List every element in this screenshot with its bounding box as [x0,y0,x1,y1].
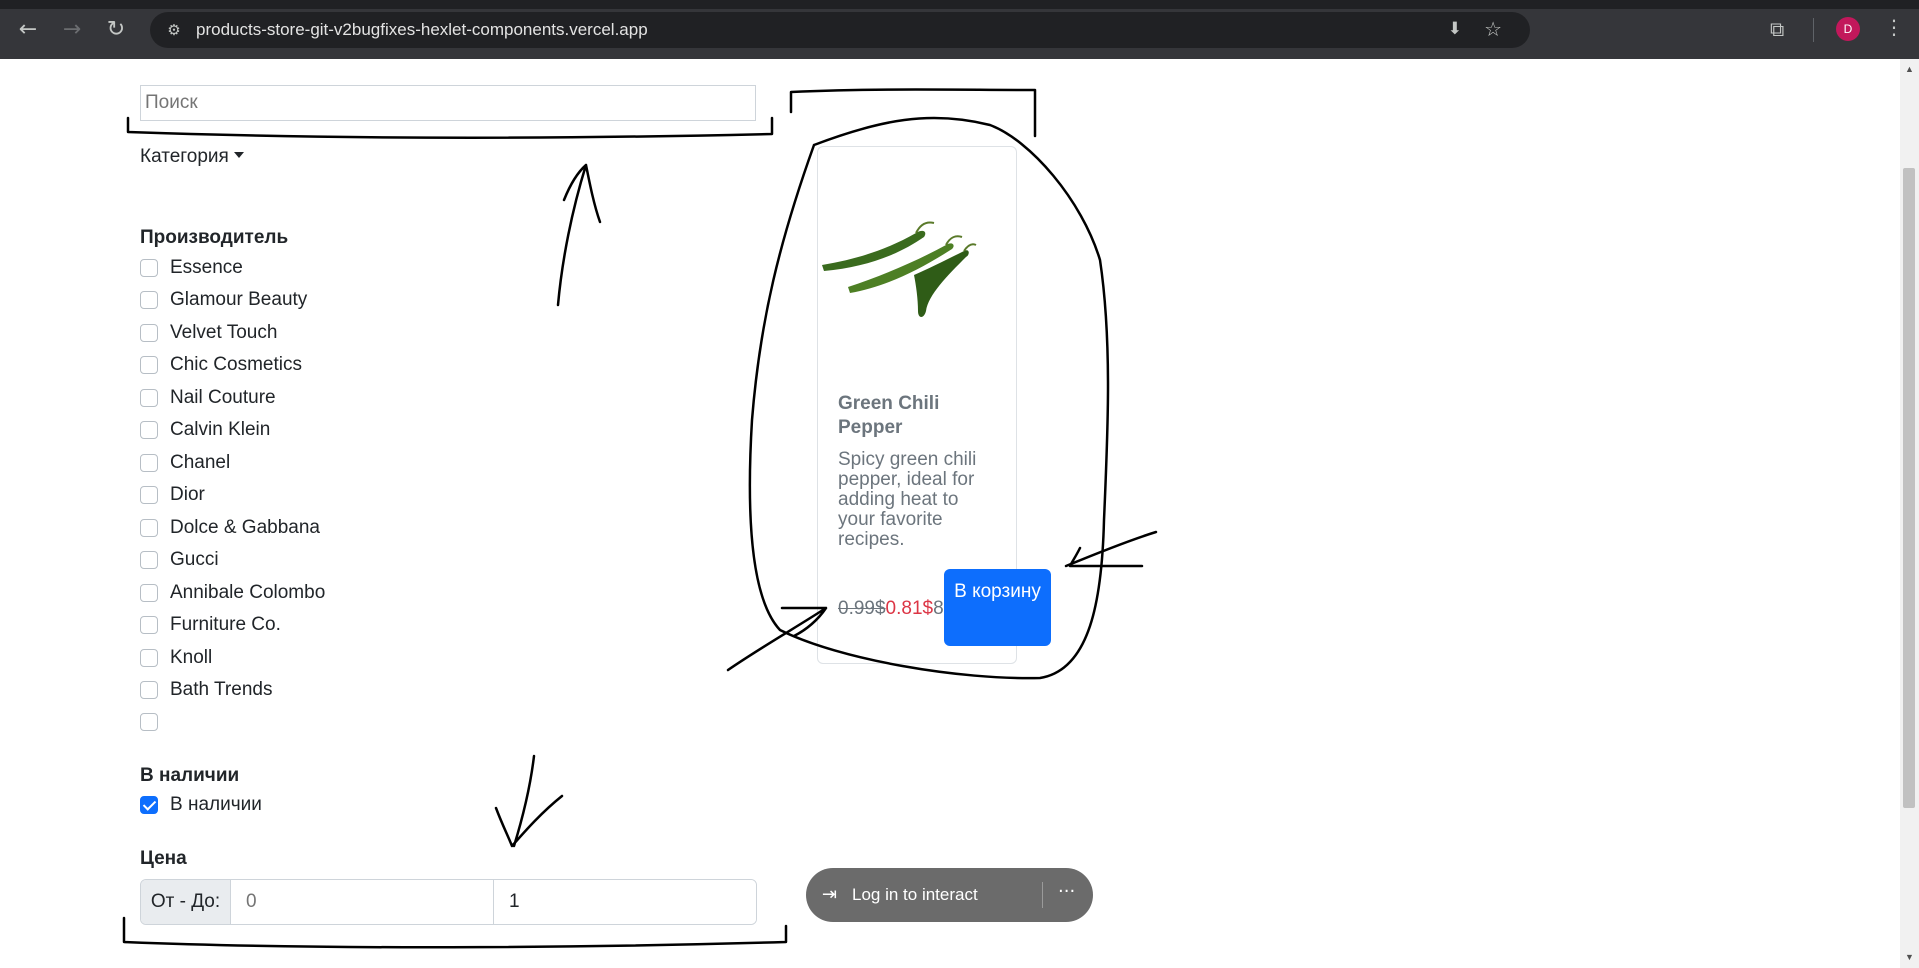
checkbox-label: Knoll [170,647,213,668]
forward-icon[interactable]: → [57,15,87,45]
manufacturer-option[interactable]: Knoll [140,646,212,670]
checkbox[interactable] [140,421,158,439]
site-info-icon[interactable]: ⚙ [164,20,184,40]
manufacturer-option[interactable]: Dior [140,483,205,507]
checkbox-checked[interactable] [140,796,158,814]
up-arrow-annotation [556,163,602,307]
pill-divider [1042,882,1043,908]
checkbox-label: Dolce & Gabbana [170,517,320,538]
checkbox[interactable] [140,551,158,569]
price-from-input[interactable] [231,880,494,924]
manufacturer-option[interactable]: Bath Trends [140,678,272,702]
old-price: 0.99$ [838,598,886,619]
checkbox[interactable] [140,259,158,277]
browser-menu-icon[interactable]: ⋮ [1884,15,1904,39]
manufacturer-option[interactable]: Nail Couture [140,386,276,410]
stock-option[interactable]: В наличии [140,793,262,817]
left-arrow-annotation [726,606,828,672]
right-arrow-annotation [1064,530,1158,568]
manufacturer-option[interactable]: Chic Cosmetics [140,353,302,377]
manufacturer-option[interactable]: Essence [140,256,243,280]
checkbox-label: Bath Trends [170,679,273,700]
manufacturer-option[interactable]: Glamour Beauty [140,288,307,312]
add-to-cart-button[interactable]: В корзину [944,569,1051,646]
checkbox-label: Essence [170,257,243,278]
checkbox[interactable] [140,389,158,407]
stock-heading: В наличии [140,765,240,786]
checkbox[interactable] [140,356,158,374]
green-chili-peppers-image [822,221,977,317]
manufacturer-option[interactable]: Calvin Klein [140,418,270,442]
reload-icon[interactable]: ↻ [101,15,131,45]
category-dropdown[interactable]: Категория [140,146,244,168]
checkbox-label: Velvet Touch [170,322,278,343]
checkbox-label: Gucci [170,549,219,570]
checkbox[interactable] [140,324,158,342]
manufacturer-option[interactable]: Annibale Colombo [140,581,325,605]
card-top-bracket [789,88,1037,138]
checkbox[interactable] [140,519,158,537]
checkbox[interactable] [140,713,158,731]
scroll-down-arrow-icon[interactable]: ▼ [1905,952,1914,962]
browser-toolbar: ← → ↻ ⚙ products-store-git-v2bugfixes-he… [0,0,1919,59]
manufacturer-heading: Производитель [140,227,289,248]
profile-avatar[interactable]: D [1836,17,1860,41]
manufacturer-option[interactable]: Dolce & Gabbana [140,516,320,540]
install-app-icon[interactable]: ⬇ [1448,19,1462,39]
checkbox-label: Nail Couture [170,387,276,408]
toolbar-divider [1813,18,1814,42]
checkbox[interactable] [140,291,158,309]
product-title: Green Chili Pepper [838,393,940,438]
checkbox[interactable] [140,454,158,472]
more-options-icon[interactable]: ··· [1058,881,1075,902]
extra-price: 8 [933,598,944,619]
manufacturer-option[interactable]: Velvet Touch [140,321,277,345]
price-heading: Цена [140,848,187,869]
url-text[interactable]: products-store-git-v2bugfixes-hexlet-com… [196,20,648,40]
caret-down-icon [233,151,244,158]
checkbox[interactable] [140,649,158,667]
product-description: Spicy green chili pepper, ideal for addi… [838,449,977,550]
scroll-up-arrow-icon[interactable]: ▲ [1905,64,1914,74]
price-range-group: От - До: [140,879,757,925]
checkbox-label: Dior [170,484,205,505]
scrollbar-thumb[interactable] [1903,168,1915,808]
back-icon[interactable]: ← [13,15,43,45]
checkbox[interactable] [140,681,158,699]
price-range-prefix: От - До: [141,880,231,924]
search-input[interactable] [140,85,756,121]
product-price: 0.99$0.81$8 [838,598,944,620]
manufacturer-option[interactable] [140,710,170,734]
manufacturer-option[interactable]: Furniture Co. [140,613,281,637]
login-icon[interactable]: ⇥ [822,884,837,905]
checkbox[interactable] [140,486,158,504]
checkbox-label: Calvin Klein [170,419,271,440]
address-bar[interactable]: ⚙ products-store-git-v2bugfixes-hexlet-c… [150,12,1530,48]
checkbox[interactable] [140,584,158,602]
sale-price: 0.81$ [885,598,934,619]
checkbox-label: Chanel [170,452,231,473]
tab-strip [0,0,1919,9]
login-toolbar: ⇥ Log in to interact ··· [806,868,1093,922]
price-to-input[interactable] [494,880,756,924]
down-arrow-annotation [494,754,564,848]
checkbox-label: Annibale Colombo [170,582,326,603]
manufacturer-option[interactable]: Gucci [140,548,219,572]
checkbox-label: В наличии [170,794,262,815]
checkbox-label: Chic Cosmetics [170,354,302,375]
checkbox[interactable] [140,616,158,634]
manufacturer-option[interactable]: Chanel [140,451,230,475]
login-button[interactable]: Log in to interact [852,885,978,905]
extensions-icon[interactable]: ⧉ [1770,17,1784,41]
checkbox-label: Furniture Co. [170,614,281,635]
checkbox-label: Glamour Beauty [170,289,308,310]
bookmark-star-icon[interactable]: ☆ [1484,17,1502,41]
category-label: Категория [140,146,229,167]
